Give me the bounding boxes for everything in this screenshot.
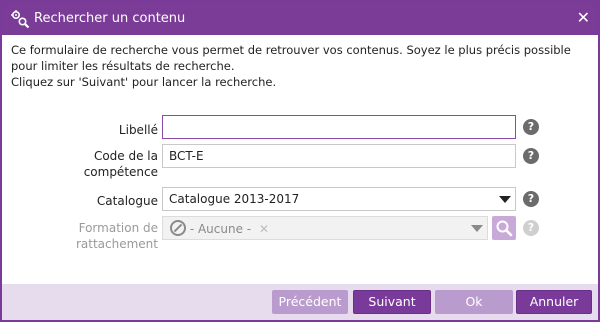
formation-selected-chip: - Aucune - ✕: [170, 220, 269, 236]
catalogue-selected-value: Catalogue 2013-2017: [169, 192, 300, 206]
dialog-titlebar: Rechercher un contenu ✕: [2, 2, 598, 35]
none-icon: [170, 220, 186, 236]
formation-label: Formation de rattachement: [8, 220, 158, 252]
formation-selected-value: - Aucune -: [189, 222, 252, 236]
libelle-label: Libellé: [118, 123, 158, 137]
catalogue-label: Catalogue: [96, 194, 158, 208]
code-label-line-1: Code de la: [93, 149, 158, 163]
dialog-title: Rechercher un contenu: [34, 11, 186, 26]
cancel-button[interactable]: Annuler: [516, 290, 592, 314]
chevron-down-icon[interactable]: [471, 225, 483, 232]
search-content-icon: [10, 9, 30, 29]
search-content-dialog: Rechercher un contenu ✕ Ce formulaire de…: [0, 0, 600, 322]
catalogue-select[interactable]: Catalogue 2013-2017: [162, 187, 516, 211]
search-icon: [496, 220, 513, 237]
libelle-input[interactable]: [162, 115, 516, 139]
ok-button[interactable]: Ok: [435, 290, 513, 314]
previous-button[interactable]: Précédent: [272, 290, 348, 314]
clear-icon[interactable]: ✕: [259, 222, 269, 236]
intro-line-1: Ce formulaire de recherche vous permet d…: [11, 43, 571, 73]
formation-label-line-1: Formation de: [78, 221, 158, 235]
close-icon[interactable]: ✕: [577, 8, 590, 27]
chevron-down-icon[interactable]: [499, 196, 511, 203]
intro-text: Ce formulaire de recherche vous permet d…: [11, 42, 591, 90]
formation-label-line-2: rattachement: [75, 237, 158, 251]
intro-line-2: Cliquez sur 'Suivant' pour lancer la rec…: [11, 75, 277, 89]
code-help-icon[interactable]: ?: [523, 148, 539, 164]
formation-search-button[interactable]: [492, 216, 516, 240]
code-label-line-2: compétence: [83, 165, 158, 179]
libelle-help-icon[interactable]: ?: [523, 119, 539, 135]
code-label: Code de la compétence: [8, 148, 158, 180]
formation-select[interactable]: - Aucune - ✕: [162, 216, 488, 240]
code-input[interactable]: BCT-E: [162, 144, 516, 168]
next-button[interactable]: Suivant: [353, 290, 431, 314]
catalogue-help-icon[interactable]: ?: [523, 191, 539, 207]
formation-help-icon[interactable]: ?: [523, 220, 539, 236]
